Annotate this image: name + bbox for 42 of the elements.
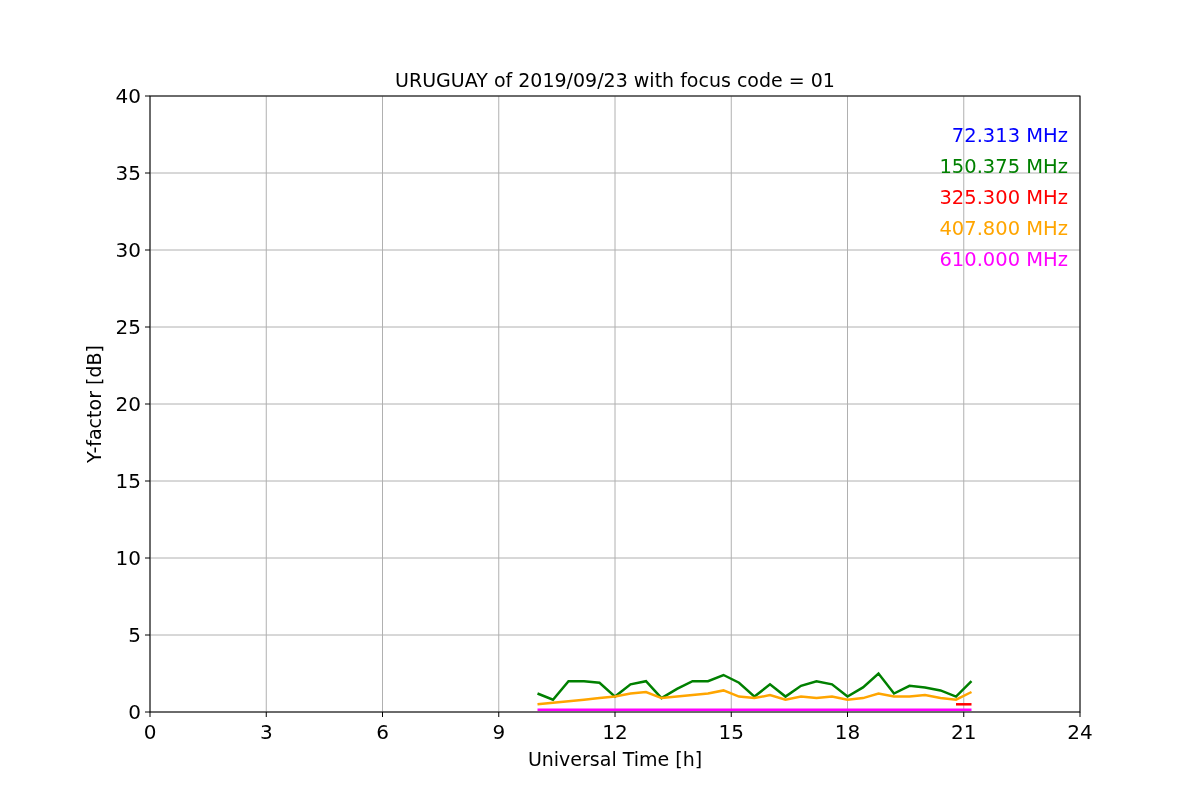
y-tick-label: 5 — [128, 623, 141, 647]
legend-label: 150.375 MHz — [939, 155, 1068, 178]
tick-mark — [1079, 711, 1081, 718]
tick-mark — [382, 711, 383, 718]
x-tick-label: 21 — [951, 720, 977, 744]
y-tick-label: 10 — [115, 546, 141, 570]
x-tick-label: 3 — [259, 720, 273, 744]
x-tick-label: 24 — [1067, 720, 1093, 744]
y-tick-label: 20 — [115, 392, 141, 416]
tick-mark — [847, 711, 848, 718]
tick-mark — [144, 172, 151, 174]
y-tick-label: 35 — [115, 161, 141, 185]
legend-label: 325.300 MHz — [939, 186, 1068, 209]
tick-mark — [144, 403, 151, 405]
tick-mark — [144, 249, 151, 251]
y-tick-label: 25 — [115, 315, 141, 339]
legend-label: 72.313 MHz — [951, 124, 1068, 147]
x-tick-label: 9 — [492, 720, 506, 744]
legend-label: 610.000 MHz — [939, 248, 1068, 271]
tick-mark — [498, 711, 500, 718]
tick-mark — [144, 634, 151, 636]
x-tick-label: 6 — [376, 720, 389, 744]
tick-mark — [144, 326, 151, 328]
tick-mark — [730, 711, 732, 718]
tick-mark — [144, 480, 151, 482]
tick-mark — [265, 711, 267, 718]
tick-mark — [963, 711, 965, 718]
tick-mark — [614, 711, 616, 718]
y-axis-label: Y-factor [dB] — [83, 345, 105, 463]
x-tick-label: 0 — [143, 720, 157, 744]
x-tick-label: 18 — [834, 720, 861, 744]
tick-mark — [144, 557, 151, 559]
tick-mark — [144, 95, 151, 97]
y-tick-label: 0 — [128, 700, 141, 724]
y-tick-label: 15 — [115, 469, 141, 493]
x-axis-label: Universal Time [h] — [527, 748, 703, 770]
chart-title: URUGUAY of 2019/09/23 with focus code = 01 — [395, 69, 835, 91]
y-tick-label: 30 — [115, 238, 141, 262]
x-tick-label: 12 — [602, 720, 628, 744]
y-tick-label: 40 — [115, 84, 141, 108]
x-tick-label: 15 — [718, 720, 744, 744]
legend-label: 407.800 MHz — [939, 217, 1068, 240]
